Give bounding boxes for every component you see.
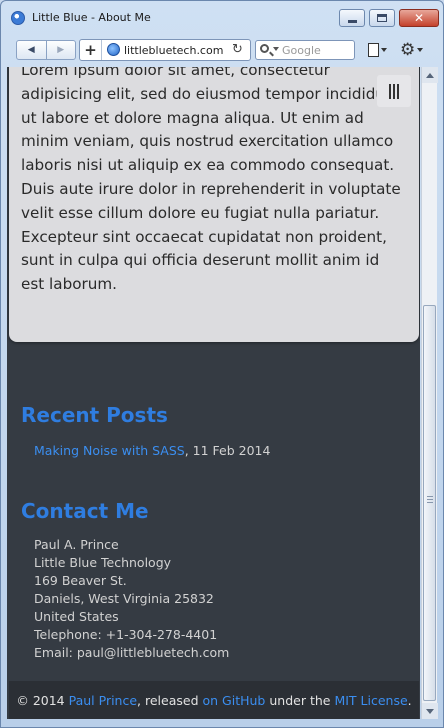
browser-window: Little Blue - About Me ✕ ◀ ▶ + littleblu…: [0, 0, 444, 728]
vertical-scrollbar[interactable]: [421, 67, 438, 719]
back-button[interactable]: ◀: [17, 41, 46, 59]
menu-bar-icon: [397, 83, 399, 99]
chevron-down-icon: [381, 48, 387, 52]
reload-button[interactable]: ↻: [232, 42, 243, 57]
contact-company: Little Blue Technology: [34, 555, 172, 570]
add-favorite-button[interactable]: +: [80, 40, 102, 60]
maximize-icon: [377, 14, 387, 22]
chevron-down-icon: [417, 48, 424, 52]
license-link[interactable]: MIT License: [334, 693, 407, 708]
footer-end: .: [407, 692, 412, 708]
forward-button[interactable]: ▶: [45, 41, 76, 59]
title-bar[interactable]: Little Blue - About Me ✕: [1, 1, 443, 33]
page-icon: [368, 43, 379, 57]
post-date: , 11 Feb 2014: [184, 443, 271, 458]
footer-copyright: © 2014: [16, 692, 65, 708]
arrow-down-icon: [426, 708, 434, 714]
plus-icon: +: [84, 41, 97, 59]
search-placeholder: Google: [282, 44, 321, 57]
page-footer: © 2014 Paul Prince, released on GitHub u…: [9, 681, 419, 719]
contact-name: Paul A. Prince: [34, 537, 119, 552]
footer-under: under the: [269, 692, 331, 708]
scrollbar-thumb[interactable]: [423, 305, 436, 701]
footer-released: , released: [137, 692, 199, 708]
search-icon: [260, 44, 269, 53]
close-icon: ✕: [413, 11, 425, 25]
url-text: littlebluetech.com: [124, 44, 224, 57]
github-link[interactable]: on GitHub: [203, 693, 266, 708]
contact-street: 169 Beaver St.: [34, 573, 127, 588]
navigation-buttons: ◀ ▶: [16, 40, 76, 60]
contact-details: Paul A. Prince Little Blue Technology 16…: [34, 536, 229, 662]
contact-heading: Contact Me: [21, 499, 149, 523]
content-card: Lorem ipsum dolor sit amet, consectetur …: [9, 67, 419, 342]
chevron-down-icon: [273, 47, 279, 51]
maximize-button[interactable]: [369, 9, 395, 27]
post-link[interactable]: Making Noise with SASS: [34, 443, 185, 458]
reload-icon: ↻: [232, 42, 243, 57]
back-arrow-icon: ◀: [27, 45, 35, 55]
contact-country: United States: [34, 609, 119, 624]
minimize-icon: [347, 19, 357, 23]
recent-post-item: Making Noise with SASS, 11 Feb 2014: [34, 443, 270, 458]
browser-logo-icon: [11, 11, 25, 25]
minimize-button[interactable]: [339, 9, 365, 27]
body-text: Lorem ipsum dolor sit amet, consectetur …: [21, 67, 401, 294]
close-button[interactable]: ✕: [399, 9, 439, 27]
page-menu-button[interactable]: [368, 39, 394, 61]
browser-toolbar: ◀ ▶ + littlebluetech.com ↻ Google ⚙: [7, 35, 437, 65]
grip-icon: [427, 496, 433, 503]
scroll-down-button[interactable]: [422, 703, 438, 719]
menu-bar-icon: [389, 83, 391, 99]
window-title: Little Blue - About Me: [32, 11, 151, 24]
page-viewport: Lorem ipsum dolor sit amet, consectetur …: [7, 67, 420, 719]
hamburger-menu-button[interactable]: [377, 75, 411, 107]
arrow-up-icon: [426, 72, 434, 78]
search-input[interactable]: Google: [255, 40, 355, 60]
tools-menu-button[interactable]: ⚙: [400, 39, 430, 61]
contact-email: Email: paul@littlebluetech.com: [34, 645, 230, 660]
address-bar[interactable]: + littlebluetech.com ↻: [79, 39, 251, 61]
scroll-up-button[interactable]: [422, 67, 438, 83]
author-link[interactable]: Paul Prince: [69, 693, 137, 708]
forward-arrow-icon: ▶: [57, 45, 65, 55]
gear-icon: ⚙: [400, 39, 416, 60]
contact-city: Daniels, West Virginia 25832: [34, 591, 214, 606]
menu-bar-icon: [393, 83, 395, 99]
globe-icon: [107, 43, 120, 56]
recent-posts-heading: Recent Posts: [21, 403, 168, 427]
contact-telephone: Telephone: +1-304-278-4401: [34, 627, 218, 642]
